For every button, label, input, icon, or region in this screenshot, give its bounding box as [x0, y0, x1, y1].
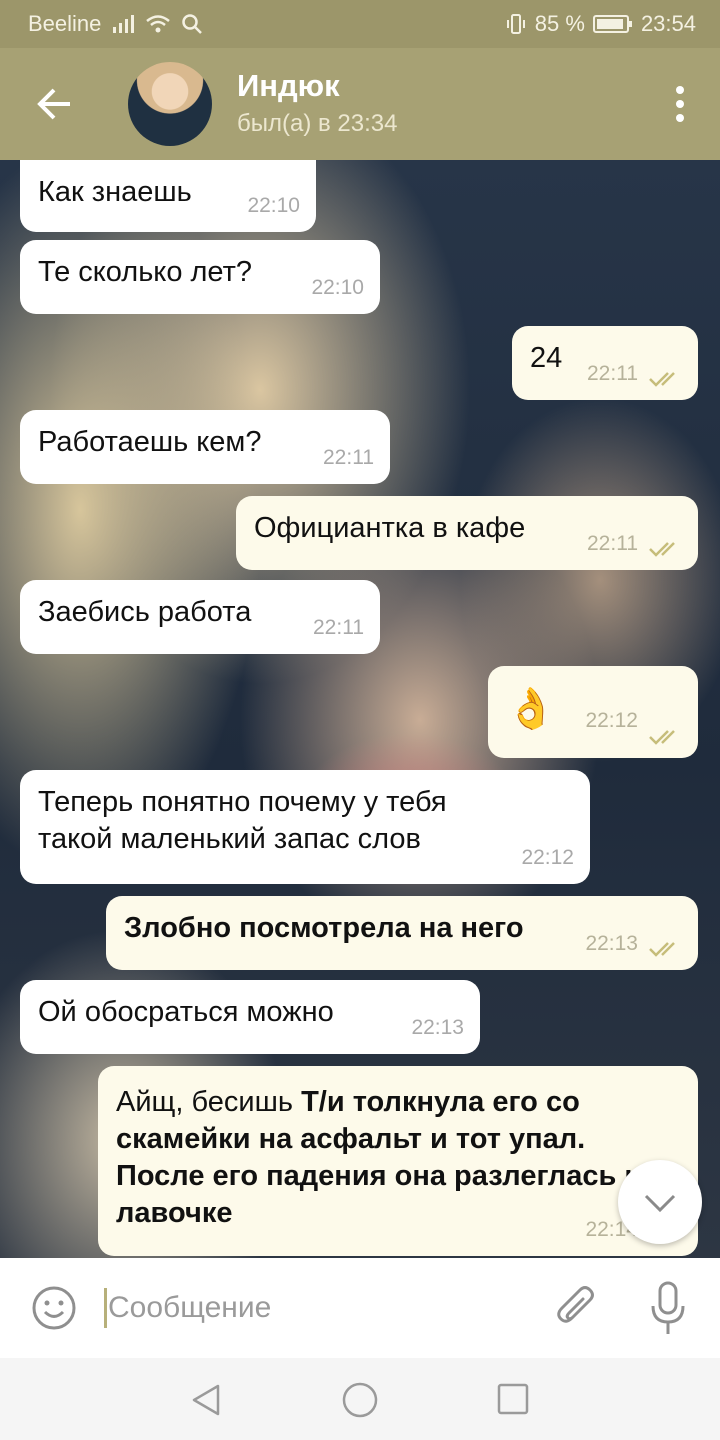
message-time: 22:10	[311, 276, 364, 299]
search-icon	[182, 14, 203, 34]
paperclip-icon[interactable]	[552, 1282, 602, 1336]
message-text: Официантка в кафе	[254, 512, 526, 544]
message-text: Как знаешь	[38, 176, 192, 208]
vibrate-icon	[506, 14, 525, 34]
message-time: 22:13	[411, 1016, 464, 1039]
signal-icon	[113, 15, 135, 33]
scroll-down-button[interactable]	[618, 1160, 702, 1244]
read-check-icon	[649, 942, 675, 957]
message-time: 22:11	[313, 616, 364, 639]
message-time: 22:12	[585, 709, 638, 732]
microphone-icon[interactable]	[646, 1280, 690, 1338]
chat-area[interactable]: Как знаешь 22:10 Те сколько лет? 22:10 2…	[0, 160, 720, 1258]
message-text: 24	[530, 342, 563, 374]
message-outgoing[interactable]: Злобно посмотрела на него 22:13	[106, 896, 698, 970]
battery-percent: 85 %	[534, 11, 585, 36]
message-time: 22:12	[521, 846, 574, 869]
last-seen-status: был(а) в 23:34	[237, 110, 398, 137]
message-time: 22:11	[323, 446, 374, 469]
message-outgoing[interactable]: Официантка в кафе 22:11	[236, 496, 698, 570]
back-arrow-icon[interactable]	[28, 78, 80, 130]
message-text: Злобно посмотрела на него	[124, 912, 524, 944]
message-incoming[interactable]: Заебись работа 22:11	[20, 580, 380, 654]
message-composer	[0, 1258, 720, 1358]
ok-hand-emoji: 👌	[506, 687, 556, 731]
message-time: 22:11	[587, 362, 638, 385]
carrier-name: Beeline	[28, 11, 102, 36]
message-incoming[interactable]: Ой обосраться можно 22:13	[20, 980, 480, 1054]
contact-name[interactable]: Индюк	[237, 68, 340, 104]
message-input[interactable]	[108, 1288, 528, 1328]
wifi-icon	[146, 15, 171, 33]
clock: 23:54	[640, 11, 696, 36]
message-incoming[interactable]: Те сколько лет? 22:10	[20, 240, 380, 314]
nav-back-icon[interactable]	[188, 1382, 224, 1418]
contact-avatar[interactable]	[128, 62, 212, 146]
message-text: Айщ, бесишь	[116, 1086, 294, 1118]
message-incoming[interactable]: Теперь понятно почему у тебя такой мален…	[20, 770, 590, 884]
read-check-icon	[649, 730, 675, 745]
battery-icon	[592, 15, 632, 33]
message-text: Ой обосраться можно	[38, 996, 334, 1028]
chevron-down-icon	[644, 1194, 676, 1213]
message-text: Заебись работа	[38, 596, 252, 628]
message-text: Теперь понятно почему у тебя такой мален…	[38, 786, 447, 855]
message-time: 22:13	[585, 932, 638, 955]
more-options-icon[interactable]	[668, 82, 692, 126]
emoji-icon[interactable]	[30, 1284, 78, 1332]
read-check-icon	[649, 372, 675, 387]
system-navigation-bar	[0, 1358, 720, 1440]
chat-header: Индюк был(а) в 23:34	[0, 48, 720, 160]
message-outgoing[interactable]: 24 22:11	[512, 326, 698, 400]
message-time: 22:10	[247, 194, 300, 217]
text-cursor	[104, 1288, 107, 1328]
message-text: Работаешь кем?	[38, 426, 262, 458]
message-outgoing[interactable]: 👌 22:12	[488, 666, 698, 758]
read-check-icon	[649, 542, 675, 557]
message-text: Те сколько лет?	[38, 256, 253, 288]
message-outgoing[interactable]: Айщ, бесишь Т/и толкнула его со скамейки…	[98, 1066, 698, 1256]
status-bar: Beeline 85 % 23:54	[0, 0, 720, 48]
message-time: 22:11	[587, 532, 638, 555]
message-incoming[interactable]: Работаешь кем? 22:11	[20, 410, 390, 484]
message-incoming[interactable]: Как знаешь 22:10	[20, 160, 316, 232]
nav-recent-apps-icon[interactable]	[496, 1382, 530, 1416]
nav-home-icon[interactable]	[340, 1380, 380, 1420]
